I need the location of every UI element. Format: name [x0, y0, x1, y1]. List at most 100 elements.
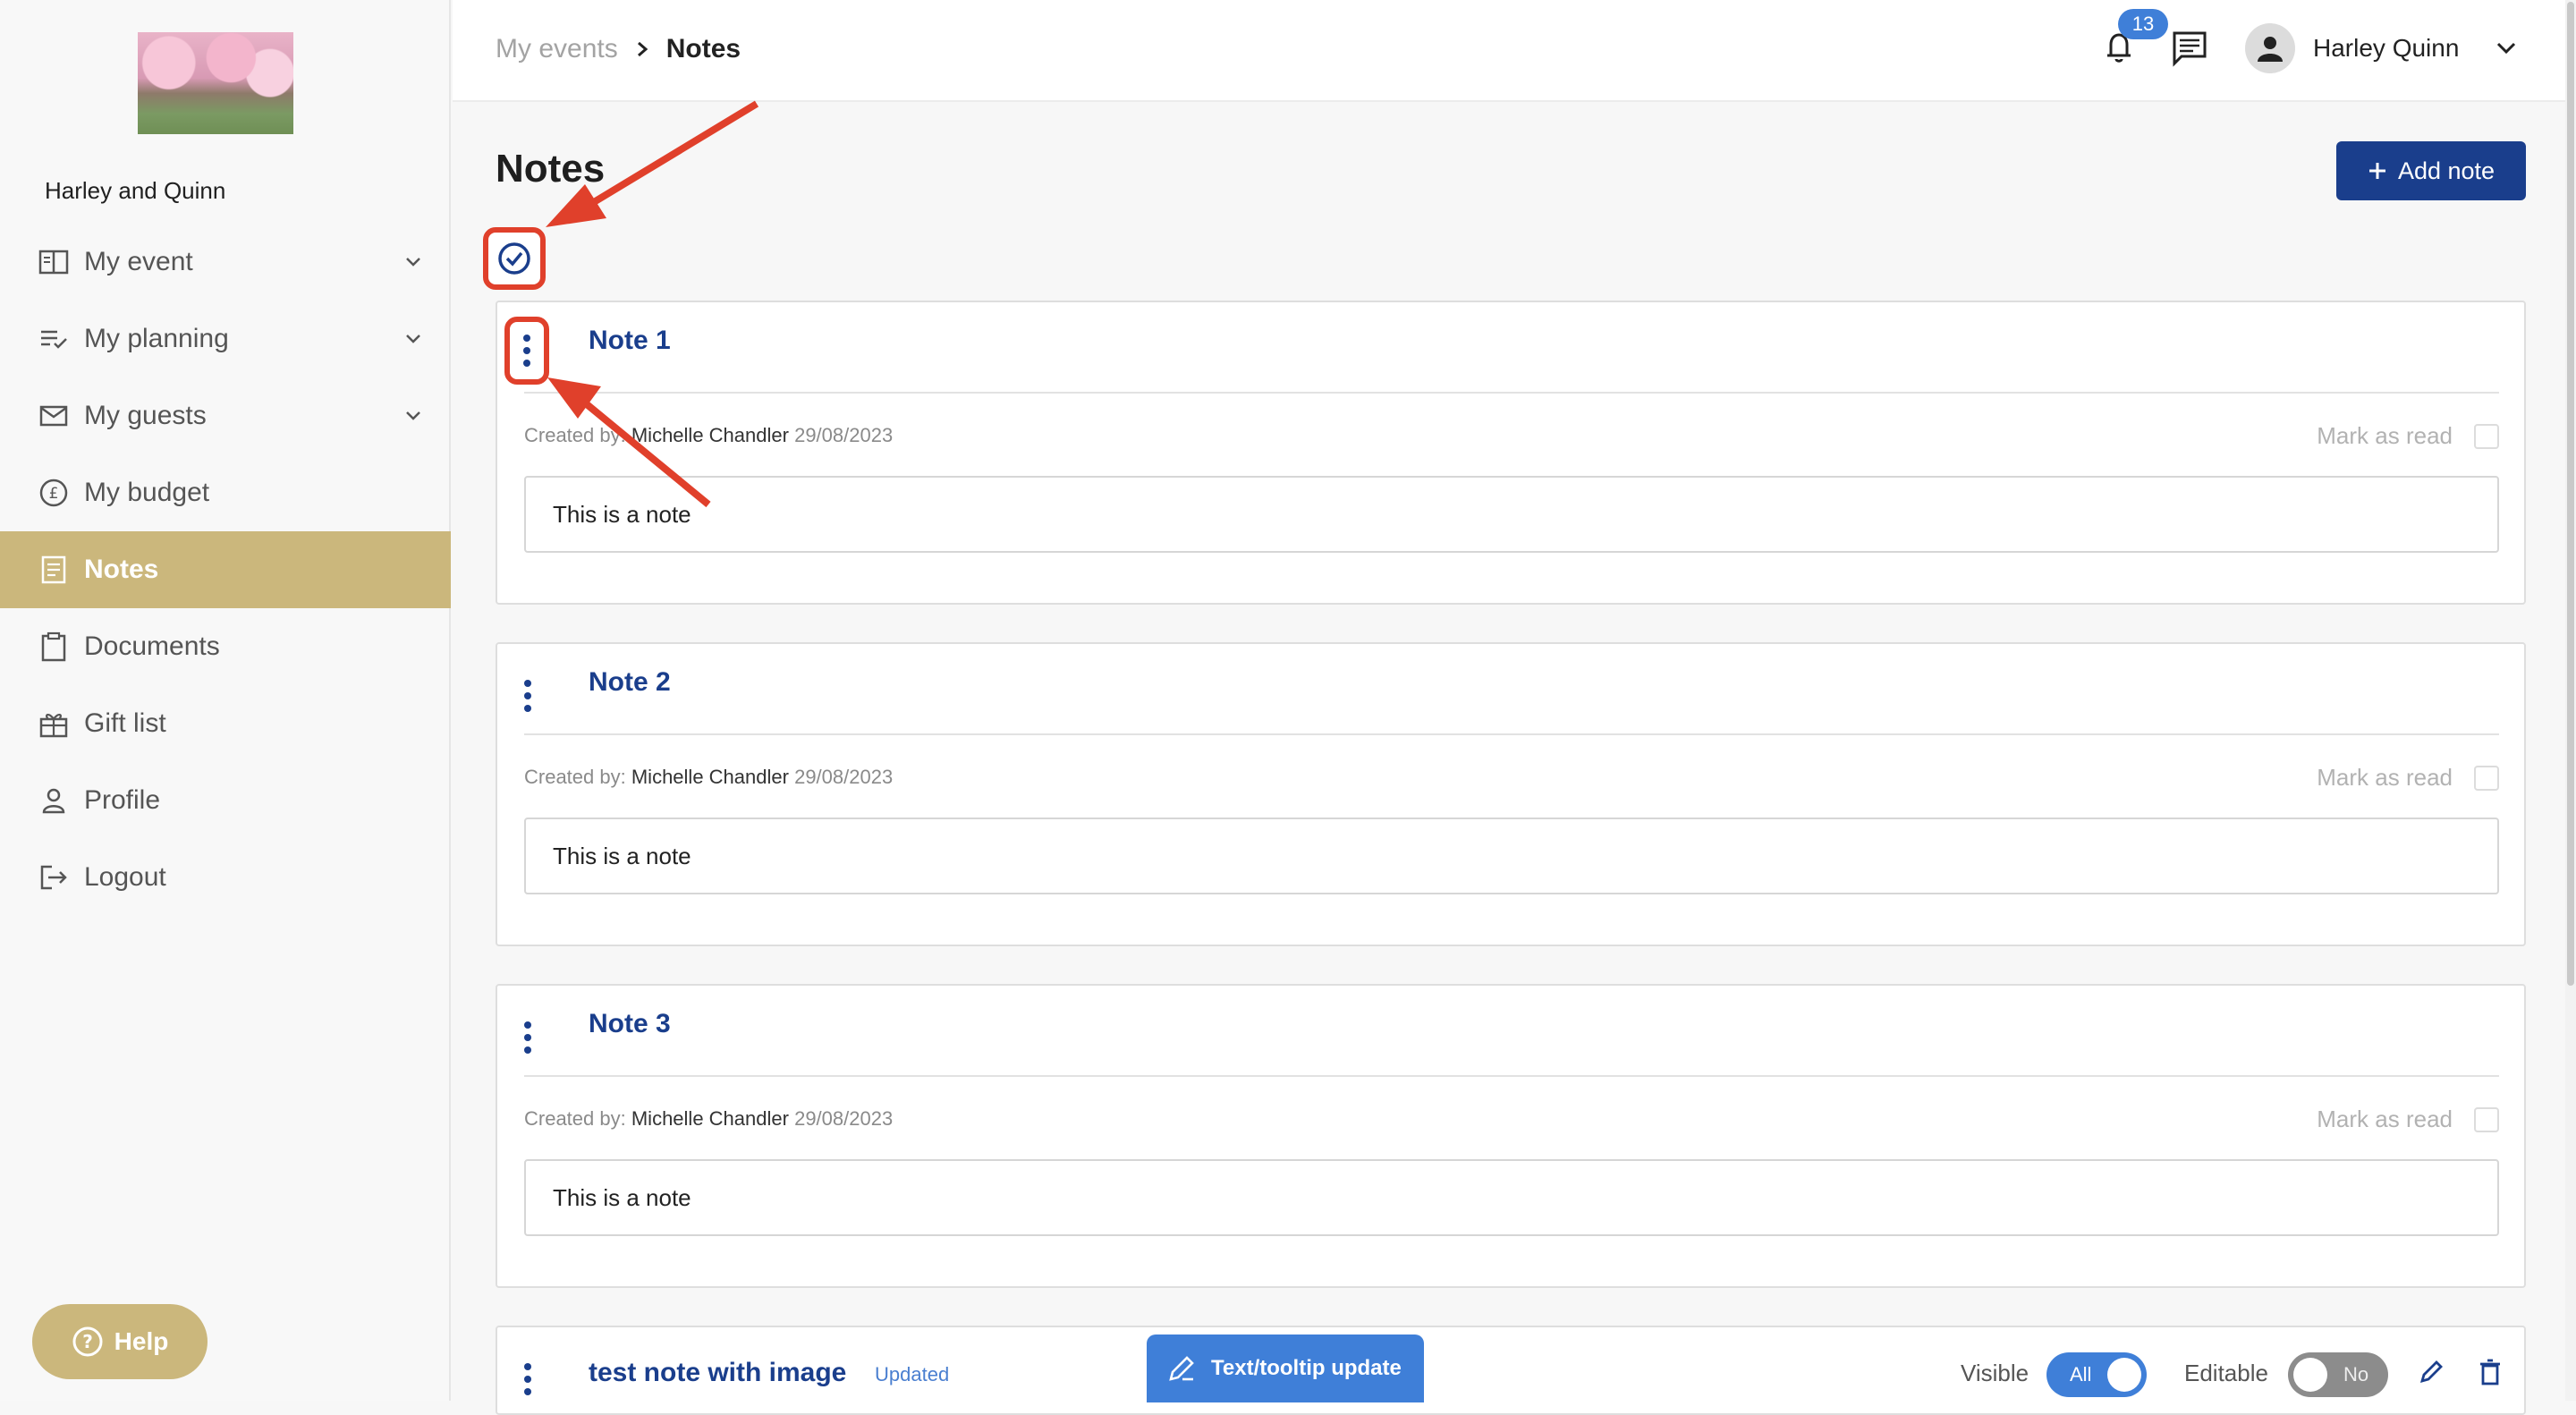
visible-toggle[interactable]: All — [2046, 1352, 2147, 1397]
note-meta: Created by: Michelle Chandler 29/08/2023 — [524, 1107, 893, 1131]
pencil-icon — [1169, 1356, 1194, 1381]
note-meta: Created by: Michelle Chandler 29/08/2023 — [524, 766, 893, 789]
sidebar-item-notes[interactable]: Notes — [0, 531, 451, 608]
note-card: test note with image Updated Visible All… — [496, 1326, 2526, 1415]
chevron-down-icon[interactable] — [402, 251, 424, 273]
sidebar-item-label: My guests — [84, 401, 207, 430]
note-menu-button[interactable] — [510, 1343, 546, 1415]
add-note-label: Add note — [2397, 157, 2496, 184]
note-menu-button[interactable] — [504, 317, 549, 385]
sidebar-item-label: My planning — [84, 324, 229, 353]
kebab-menu-icon — [524, 680, 531, 712]
breadcrumb-my-events[interactable]: My events — [496, 34, 618, 64]
note-date: 29/08/2023 — [794, 1107, 894, 1130]
checklist-icon — [38, 323, 70, 355]
pencil-icon[interactable] — [2417, 1358, 2445, 1386]
notification-badge: 13 — [2118, 9, 2168, 39]
note-title[interactable]: Note 2 — [589, 667, 671, 698]
note-menu-button[interactable] — [510, 1002, 546, 1073]
note-card: Note 2 Created by: Michelle Chandler 29/… — [496, 642, 2526, 946]
logout-icon — [38, 861, 70, 894]
scrollbar-thumb[interactable] — [2567, 2, 2574, 986]
note-meta: Created by: Michelle Chandler 29/08/2023 — [524, 424, 893, 447]
book-icon — [38, 246, 70, 278]
status-badge: Updated — [875, 1363, 950, 1385]
help-button[interactable]: ? Help — [32, 1304, 208, 1379]
note-date: 29/08/2023 — [794, 424, 894, 446]
sidebar-item-label: Documents — [84, 631, 220, 661]
chevron-down-icon[interactable] — [402, 405, 424, 427]
gift-icon — [38, 708, 70, 740]
divider — [524, 733, 2499, 735]
note-card: Note 3 Created by: Michelle Chandler 29/… — [496, 984, 2526, 1288]
svg-text:?: ? — [82, 1331, 93, 1352]
editable-value: No — [2343, 1363, 2369, 1385]
mark-as-read-label: Mark as read — [2317, 422, 2453, 449]
created-prefix: Created by: — [524, 1107, 626, 1130]
sidebar-item-my-event[interactable]: My event — [0, 224, 451, 301]
tooltip-update-button[interactable]: Text/tooltip update — [1147, 1335, 1424, 1402]
check-circle-icon — [498, 242, 530, 275]
sidebar-item-label: My event — [84, 247, 193, 276]
sidebar-item-my-guests[interactable]: My guests — [0, 377, 451, 454]
note-body[interactable]: This is a note — [524, 1159, 2499, 1236]
note-title[interactable]: Note 3 — [589, 1009, 671, 1039]
clipboard-icon — [38, 631, 70, 663]
trash-icon[interactable] — [2476, 1358, 2504, 1386]
kebab-menu-icon — [523, 335, 530, 367]
created-prefix: Created by: — [524, 424, 626, 446]
note-date: 29/08/2023 — [794, 766, 894, 788]
kebab-menu-icon — [524, 1021, 531, 1054]
pound-icon: £ — [38, 477, 70, 509]
avatar[interactable] — [2245, 23, 2295, 73]
svg-text:£: £ — [49, 485, 59, 503]
help-icon: ? — [72, 1326, 103, 1357]
event-name: Harley and Quinn — [45, 177, 226, 204]
sidebar-item-gift-list[interactable]: Gift list — [0, 685, 451, 762]
select-all-toggle[interactable] — [483, 227, 546, 290]
sidebar-nav: My event My planning My guests £ My budg… — [0, 224, 451, 916]
person-icon — [38, 784, 70, 817]
note-body[interactable]: This is a note — [524, 476, 2499, 553]
mark-as-read-checkbox[interactable] — [2474, 766, 2499, 791]
tooltip-update-label: Text/tooltip update — [1211, 1356, 1402, 1380]
note-author: Michelle Chandler — [631, 1107, 789, 1130]
sidebar-item-documents[interactable]: Documents — [0, 608, 451, 685]
sidebar-item-label: Profile — [84, 785, 161, 815]
sidebar-item-label: Gift list — [84, 708, 166, 738]
note-menu-button[interactable] — [510, 660, 546, 732]
chat-icon[interactable] — [2170, 29, 2209, 68]
chevron-down-icon[interactable] — [2494, 36, 2519, 61]
sidebar-item-logout[interactable]: Logout — [0, 839, 451, 916]
chevron-down-icon[interactable] — [402, 328, 424, 350]
mail-icon — [38, 400, 70, 432]
note-icon — [38, 554, 70, 586]
mark-as-read-checkbox[interactable] — [2474, 1107, 2499, 1132]
note-title[interactable]: test note with image — [589, 1358, 846, 1388]
note-card: Note 1 Created by: Michelle Chandler 29/… — [496, 301, 2526, 605]
sidebar-item-label: My budget — [84, 478, 210, 507]
event-thumbnail[interactable] — [138, 32, 293, 134]
visible-value: All — [2070, 1363, 2092, 1385]
sidebar-item-label: Logout — [84, 862, 166, 892]
sidebar-item-my-planning[interactable]: My planning — [0, 301, 451, 377]
note-author: Michelle Chandler — [631, 766, 789, 788]
editable-toggle[interactable]: No — [2288, 1352, 2388, 1397]
mark-as-read-checkbox[interactable] — [2474, 424, 2499, 449]
note-author: Michelle Chandler — [631, 424, 789, 446]
created-prefix: Created by: — [524, 766, 626, 788]
chevron-right-icon — [637, 41, 648, 57]
breadcrumb: My events Notes — [496, 34, 741, 64]
add-note-button[interactable]: Add note — [2336, 141, 2526, 200]
divider — [524, 392, 2499, 394]
note-title[interactable]: Note 1 — [589, 326, 671, 356]
sidebar-item-profile[interactable]: Profile — [0, 762, 451, 839]
mark-as-read-label: Mark as read — [2317, 764, 2453, 791]
editable-label: Editable — [2184, 1360, 2268, 1386]
sidebar: Harley and Quinn My event My planning My… — [0, 0, 451, 1401]
divider — [524, 1075, 2499, 1077]
sidebar-item-my-budget[interactable]: £ My budget — [0, 454, 451, 531]
plus-icon — [2368, 163, 2385, 179]
user-name[interactable]: Harley Quinn — [2313, 34, 2459, 63]
note-body[interactable]: This is a note — [524, 818, 2499, 894]
